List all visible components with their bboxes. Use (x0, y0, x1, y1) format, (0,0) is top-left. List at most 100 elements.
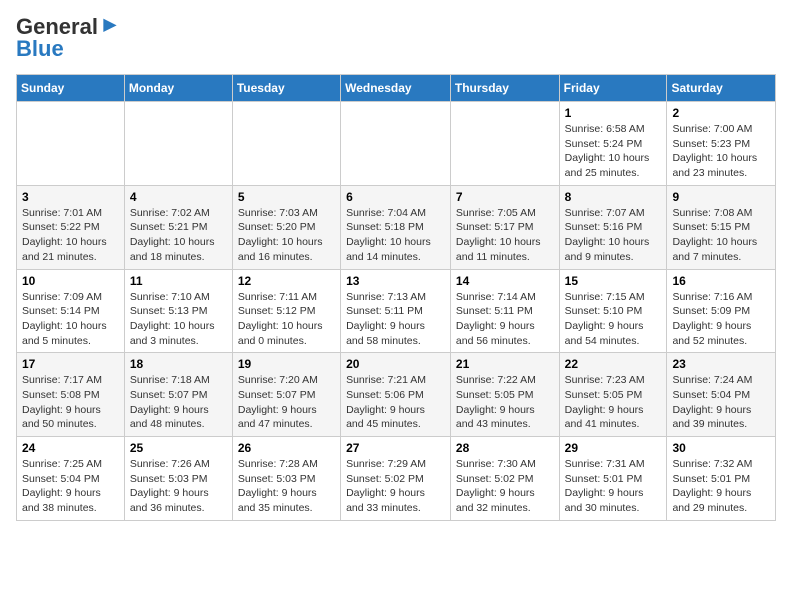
day-info: Sunrise: 7:25 AM Sunset: 5:04 PM Dayligh… (22, 457, 119, 516)
logo-flag-icon (100, 17, 120, 37)
calendar-cell: 15 Sunrise: 7:15 AM Sunset: 5:10 PM Dayli… (559, 269, 667, 353)
calendar-cell: 20 Sunrise: 7:21 AM Sunset: 5:06 PM Dayli… (341, 353, 451, 437)
calendar-cell: 1 Sunrise: 6:58 AM Sunset: 5:24 PM Daylig… (559, 102, 667, 186)
day-info: Sunrise: 7:23 AM Sunset: 5:05 PM Dayligh… (565, 373, 662, 432)
day-info: Sunrise: 7:26 AM Sunset: 5:03 PM Dayligh… (130, 457, 227, 516)
calendar-cell: 17Sunrise: 7:17 AM Sunset: 5:08 PM Dayli… (17, 353, 125, 437)
day-number: 28 (456, 441, 554, 455)
logo-blue-part: Blue (16, 36, 64, 62)
calendar-cell: 13 Sunrise: 7:13 AM Sunset: 5:11 PM Dayli… (341, 269, 451, 353)
day-number: 7 (456, 190, 554, 204)
day-info: Sunrise: 7:31 AM Sunset: 5:01 PM Dayligh… (565, 457, 662, 516)
day-number: 16 (672, 274, 770, 288)
day-info: Sunrise: 7:14 AM Sunset: 5:11 PM Dayligh… (456, 290, 554, 349)
day-number: 5 (238, 190, 335, 204)
day-number: 4 (130, 190, 227, 204)
calendar-cell: 5Sunrise: 7:03 AM Sunset: 5:20 PM Daylig… (232, 185, 340, 269)
day-number: 8 (565, 190, 662, 204)
day-number: 13 (346, 274, 445, 288)
calendar-cell: 8 Sunrise: 7:07 AM Sunset: 5:16 PM Daylig… (559, 185, 667, 269)
day-info: Sunrise: 7:09 AM Sunset: 5:14 PM Dayligh… (22, 290, 119, 349)
calendar-cell (450, 102, 559, 186)
day-info: Sunrise: 6:58 AM Sunset: 5:24 PM Dayligh… (565, 122, 662, 181)
calendar-cell: 26 Sunrise: 7:28 AM Sunset: 5:03 PM Dayli… (232, 437, 340, 521)
day-number: 24 (22, 441, 119, 455)
calendar-week-row: 17Sunrise: 7:17 AM Sunset: 5:08 PM Dayli… (17, 353, 776, 437)
day-number: 21 (456, 357, 554, 371)
day-info: Sunrise: 7:08 AM Sunset: 5:15 PM Dayligh… (672, 206, 770, 265)
calendar-cell: 21Sunrise: 7:22 AM Sunset: 5:05 PM Dayli… (450, 353, 559, 437)
weekday-header-tuesday: Tuesday (232, 75, 340, 102)
logo: General Blue (16, 16, 122, 62)
weekday-header-thursday: Thursday (450, 75, 559, 102)
day-number: 1 (565, 106, 662, 120)
weekday-header-sunday: Sunday (17, 75, 125, 102)
calendar-body: 1 Sunrise: 6:58 AM Sunset: 5:24 PM Daylig… (17, 102, 776, 521)
calendar-week-row: 10Sunrise: 7:09 AM Sunset: 5:14 PM Dayli… (17, 269, 776, 353)
calendar-week-row: 1 Sunrise: 6:58 AM Sunset: 5:24 PM Daylig… (17, 102, 776, 186)
calendar-cell: 29 Sunrise: 7:31 AM Sunset: 5:01 PM Dayli… (559, 437, 667, 521)
day-info: Sunrise: 7:04 AM Sunset: 5:18 PM Dayligh… (346, 206, 445, 265)
calendar-cell: 30 Sunrise: 7:32 AM Sunset: 5:01 PM Dayli… (667, 437, 776, 521)
day-number: 6 (346, 190, 445, 204)
day-number: 12 (238, 274, 335, 288)
calendar-table: SundayMondayTuesdayWednesdayThursdayFrid… (16, 74, 776, 521)
day-number: 30 (672, 441, 770, 455)
day-info: Sunrise: 7:02 AM Sunset: 5:21 PM Dayligh… (130, 206, 227, 265)
day-info: Sunrise: 7:18 AM Sunset: 5:07 PM Dayligh… (130, 373, 227, 432)
day-info: Sunrise: 7:20 AM Sunset: 5:07 PM Dayligh… (238, 373, 335, 432)
calendar-cell: 14 Sunrise: 7:14 AM Sunset: 5:11 PM Dayli… (450, 269, 559, 353)
day-number: 2 (672, 106, 770, 120)
calendar-cell: 27Sunrise: 7:29 AM Sunset: 5:02 PM Dayli… (341, 437, 451, 521)
day-number: 15 (565, 274, 662, 288)
day-number: 14 (456, 274, 554, 288)
weekday-header-saturday: Saturday (667, 75, 776, 102)
day-number: 25 (130, 441, 227, 455)
weekday-header-monday: Monday (124, 75, 232, 102)
calendar-cell: 11 Sunrise: 7:10 AM Sunset: 5:13 PM Dayli… (124, 269, 232, 353)
logo-general-part: General (16, 16, 98, 38)
day-info: Sunrise: 7:21 AM Sunset: 5:06 PM Dayligh… (346, 373, 445, 432)
day-number: 3 (22, 190, 119, 204)
calendar-cell: 12Sunrise: 7:11 AM Sunset: 5:12 PM Dayli… (232, 269, 340, 353)
day-info: Sunrise: 7:30 AM Sunset: 5:02 PM Dayligh… (456, 457, 554, 516)
page-header: General Blue (16, 16, 776, 62)
calendar-cell: 9 Sunrise: 7:08 AM Sunset: 5:15 PM Daylig… (667, 185, 776, 269)
day-info: Sunrise: 7:16 AM Sunset: 5:09 PM Dayligh… (672, 290, 770, 349)
day-info: Sunrise: 7:17 AM Sunset: 5:08 PM Dayligh… (22, 373, 119, 432)
calendar-cell: 23 Sunrise: 7:24 AM Sunset: 5:04 PM Dayli… (667, 353, 776, 437)
calendar-cell (232, 102, 340, 186)
day-info: Sunrise: 7:07 AM Sunset: 5:16 PM Dayligh… (565, 206, 662, 265)
day-number: 11 (130, 274, 227, 288)
day-number: 19 (238, 357, 335, 371)
day-number: 29 (565, 441, 662, 455)
day-info: Sunrise: 7:24 AM Sunset: 5:04 PM Dayligh… (672, 373, 770, 432)
calendar-cell: 19 Sunrise: 7:20 AM Sunset: 5:07 PM Dayli… (232, 353, 340, 437)
day-info: Sunrise: 7:15 AM Sunset: 5:10 PM Dayligh… (565, 290, 662, 349)
day-info: Sunrise: 7:05 AM Sunset: 5:17 PM Dayligh… (456, 206, 554, 265)
day-number: 26 (238, 441, 335, 455)
day-number: 20 (346, 357, 445, 371)
day-number: 23 (672, 357, 770, 371)
calendar-cell: 28 Sunrise: 7:30 AM Sunset: 5:02 PM Dayli… (450, 437, 559, 521)
calendar-cell (341, 102, 451, 186)
calendar-cell: 22Sunrise: 7:23 AM Sunset: 5:05 PM Dayli… (559, 353, 667, 437)
calendar-cell (124, 102, 232, 186)
calendar-cell: 7 Sunrise: 7:05 AM Sunset: 5:17 PM Daylig… (450, 185, 559, 269)
day-number: 9 (672, 190, 770, 204)
day-number: 27 (346, 441, 445, 455)
calendar-cell: 2Sunrise: 7:00 AM Sunset: 5:23 PM Daylig… (667, 102, 776, 186)
calendar-week-row: 3Sunrise: 7:01 AM Sunset: 5:22 PM Daylig… (17, 185, 776, 269)
calendar-cell: 18 Sunrise: 7:18 AM Sunset: 5:07 PM Dayli… (124, 353, 232, 437)
calendar-week-row: 24 Sunrise: 7:25 AM Sunset: 5:04 PM Dayli… (17, 437, 776, 521)
calendar-cell (17, 102, 125, 186)
calendar-cell: 6 Sunrise: 7:04 AM Sunset: 5:18 PM Daylig… (341, 185, 451, 269)
day-info: Sunrise: 7:28 AM Sunset: 5:03 PM Dayligh… (238, 457, 335, 516)
calendar-cell: 25 Sunrise: 7:26 AM Sunset: 5:03 PM Dayli… (124, 437, 232, 521)
day-info: Sunrise: 7:10 AM Sunset: 5:13 PM Dayligh… (130, 290, 227, 349)
weekday-header-friday: Friday (559, 75, 667, 102)
calendar-cell: 3Sunrise: 7:01 AM Sunset: 5:22 PM Daylig… (17, 185, 125, 269)
day-info: Sunrise: 7:32 AM Sunset: 5:01 PM Dayligh… (672, 457, 770, 516)
day-number: 18 (130, 357, 227, 371)
day-info: Sunrise: 7:13 AM Sunset: 5:11 PM Dayligh… (346, 290, 445, 349)
